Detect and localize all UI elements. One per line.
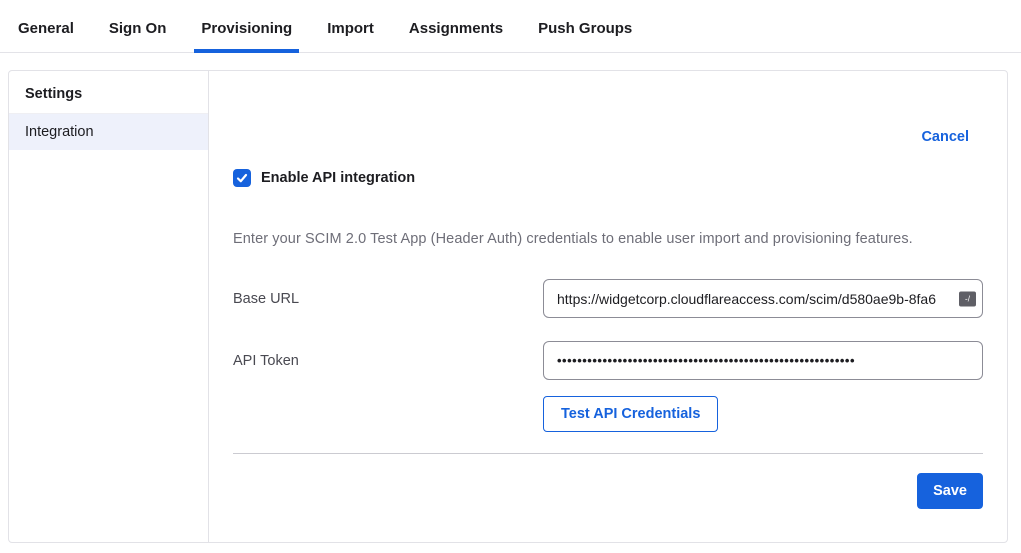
app-tab-bar: General Sign On Provisioning Import Assi… (0, 0, 1021, 53)
api-token-input-wrap (543, 341, 983, 380)
tab-push-groups[interactable]: Push Groups (531, 2, 639, 53)
test-credentials-row: Test API Credentials (543, 396, 983, 432)
enable-api-checkbox[interactable] (233, 169, 251, 187)
credentials-description: Enter your SCIM 2.0 Test App (Header Aut… (233, 231, 983, 247)
provisioning-panel: Settings Integration Cancel Enable API i… (8, 70, 1008, 543)
save-row: Save (233, 473, 983, 509)
checkmark-icon (236, 172, 248, 184)
api-token-row: API Token (233, 341, 983, 380)
integration-settings-content: Cancel Enable API integration Enter your… (209, 71, 1007, 542)
base-url-label: Base URL (233, 291, 543, 307)
cancel-link[interactable]: Cancel (921, 129, 969, 145)
enable-api-row: Enable API integration (233, 169, 983, 187)
base-url-input-wrap: -/ (543, 279, 983, 318)
cancel-row: Cancel (233, 71, 983, 145)
tab-sign-on[interactable]: Sign On (102, 2, 174, 53)
tab-assignments[interactable]: Assignments (402, 2, 510, 53)
api-token-label: API Token (233, 353, 543, 369)
api-token-input[interactable] (543, 341, 983, 380)
tab-import[interactable]: Import (320, 2, 381, 53)
sidebar-item-integration[interactable]: Integration (9, 114, 208, 150)
base-url-input[interactable] (543, 279, 983, 318)
settings-sidebar: Settings Integration (9, 71, 209, 542)
sidebar-heading: Settings (9, 71, 208, 114)
tab-general[interactable]: General (11, 2, 81, 53)
base-url-row: Base URL -/ (233, 279, 983, 318)
test-api-credentials-button[interactable]: Test API Credentials (543, 396, 718, 432)
tab-provisioning[interactable]: Provisioning (194, 2, 299, 53)
footer-divider (233, 453, 983, 454)
enable-api-label: Enable API integration (261, 170, 415, 186)
save-button[interactable]: Save (917, 473, 983, 509)
